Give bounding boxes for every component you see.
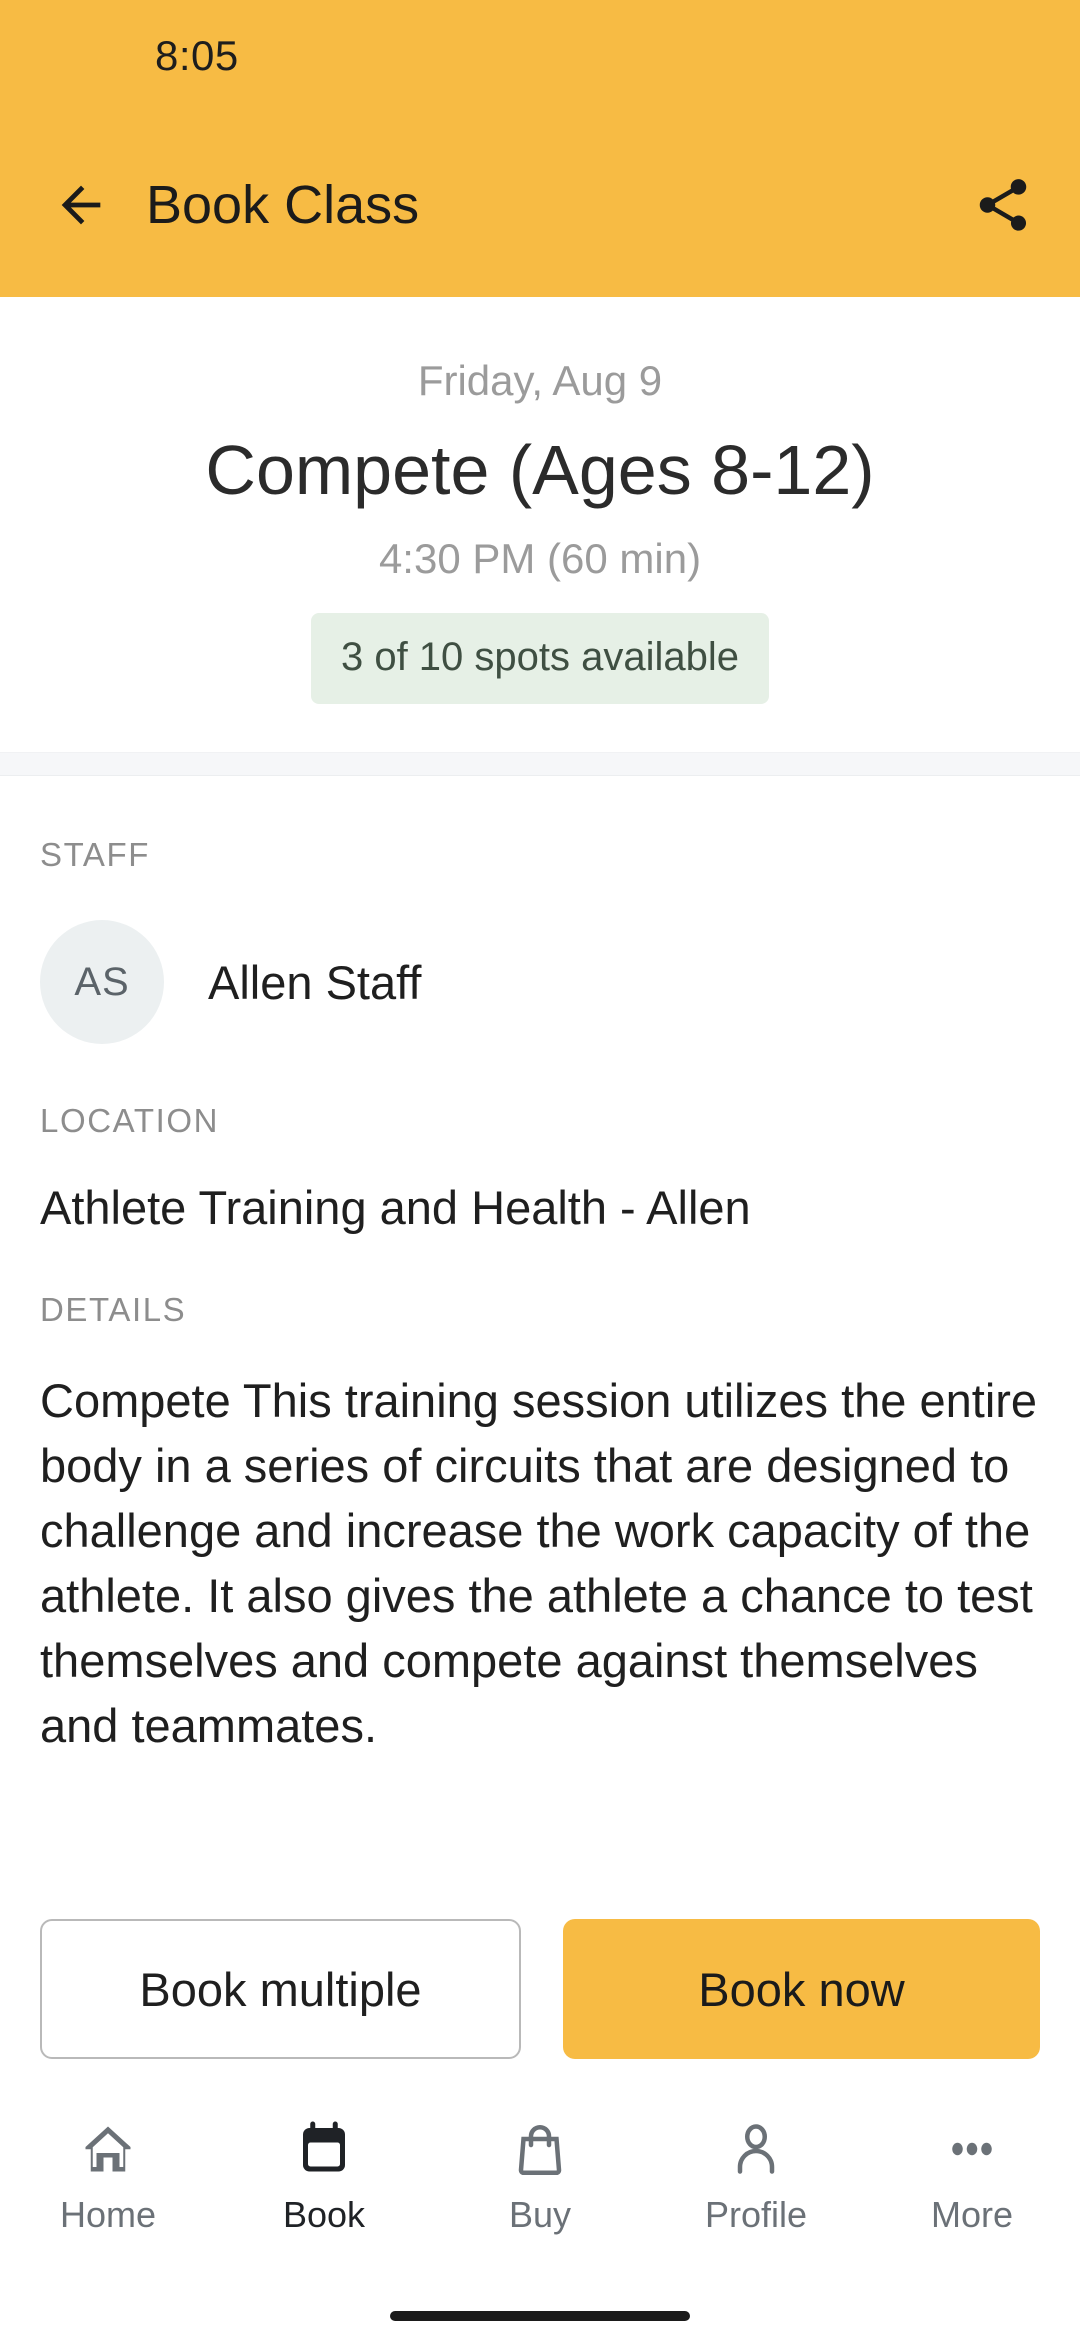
action-bar: Book multiple Book now [0, 1894, 1080, 2084]
page-title: Book Class [146, 174, 420, 235]
class-time: 4:30 PM (60 min) [378, 535, 702, 583]
staff-name: Allen Staff [208, 955, 422, 1009]
arrow-left-icon [61, 185, 101, 224]
nav-item-profile[interactable]: Profile [648, 2112, 864, 2236]
app-screen: 8:05 Book Class Friday, Aug 9 Compete (A… [0, 0, 1080, 2340]
class-summary: Friday, Aug 9 Compete (Ages 8-12) 4:30 P… [0, 297, 1080, 753]
home-indicator[interactable] [390, 2311, 690, 2321]
dots-icon [942, 2112, 1002, 2186]
calendar-icon [294, 2112, 354, 2186]
app-bar: Book Class [0, 112, 1080, 297]
bag-icon [510, 2112, 570, 2186]
nav-label-buy: Buy [508, 2194, 572, 2235]
share-button[interactable] [968, 170, 1038, 240]
nav-label-home: Home [59, 2194, 157, 2235]
status-badge: 3 of 10 spots available [310, 613, 770, 705]
nav-label-more: More [930, 2194, 1014, 2235]
nav-item-book[interactable]: Book [216, 2112, 432, 2236]
location-section-label: LOCATION [40, 1102, 220, 1140]
home-indicator-area [0, 2292, 1080, 2340]
bottom-nav: Home Book Buy Profile More [0, 2084, 1080, 2292]
avatar: AS [40, 920, 164, 1045]
status-bar-clock: 8:05 [155, 32, 239, 79]
person-icon [726, 2112, 786, 2186]
home-icon [78, 2112, 138, 2186]
nav-item-more[interactable]: More [864, 2112, 1080, 2236]
nav-label-book: Book [282, 2194, 366, 2235]
status-bar: 8:05 [0, 0, 1080, 112]
share-icon [979, 178, 1027, 231]
book-now-button[interactable]: Book now [563, 1919, 1040, 2059]
class-date: Friday, Aug 9 [417, 357, 663, 404]
location-value: Athlete Training and Health - Allen [40, 1181, 751, 1235]
nav-item-buy[interactable]: Buy [432, 2112, 648, 2236]
nav-item-home[interactable]: Home [0, 2112, 216, 2236]
details-section-label: DETAILS [40, 1291, 187, 1329]
class-details-scroll[interactable]: STAFF AS Allen Staff LOCATION Athlete Tr… [0, 776, 1080, 2084]
book-multiple-button[interactable]: Book multiple [40, 1919, 521, 2059]
nav-label-profile: Profile [704, 2194, 808, 2235]
details-text: Compete This training session utilizes t… [40, 1374, 1038, 1752]
class-name: Compete (Ages 8-12) [205, 431, 875, 509]
staff-section-label: STAFF [40, 836, 151, 874]
section-divider [0, 752, 1080, 777]
back-button[interactable] [50, 174, 112, 236]
staff-row[interactable]: AS Allen Staff [40, 920, 1040, 1045]
